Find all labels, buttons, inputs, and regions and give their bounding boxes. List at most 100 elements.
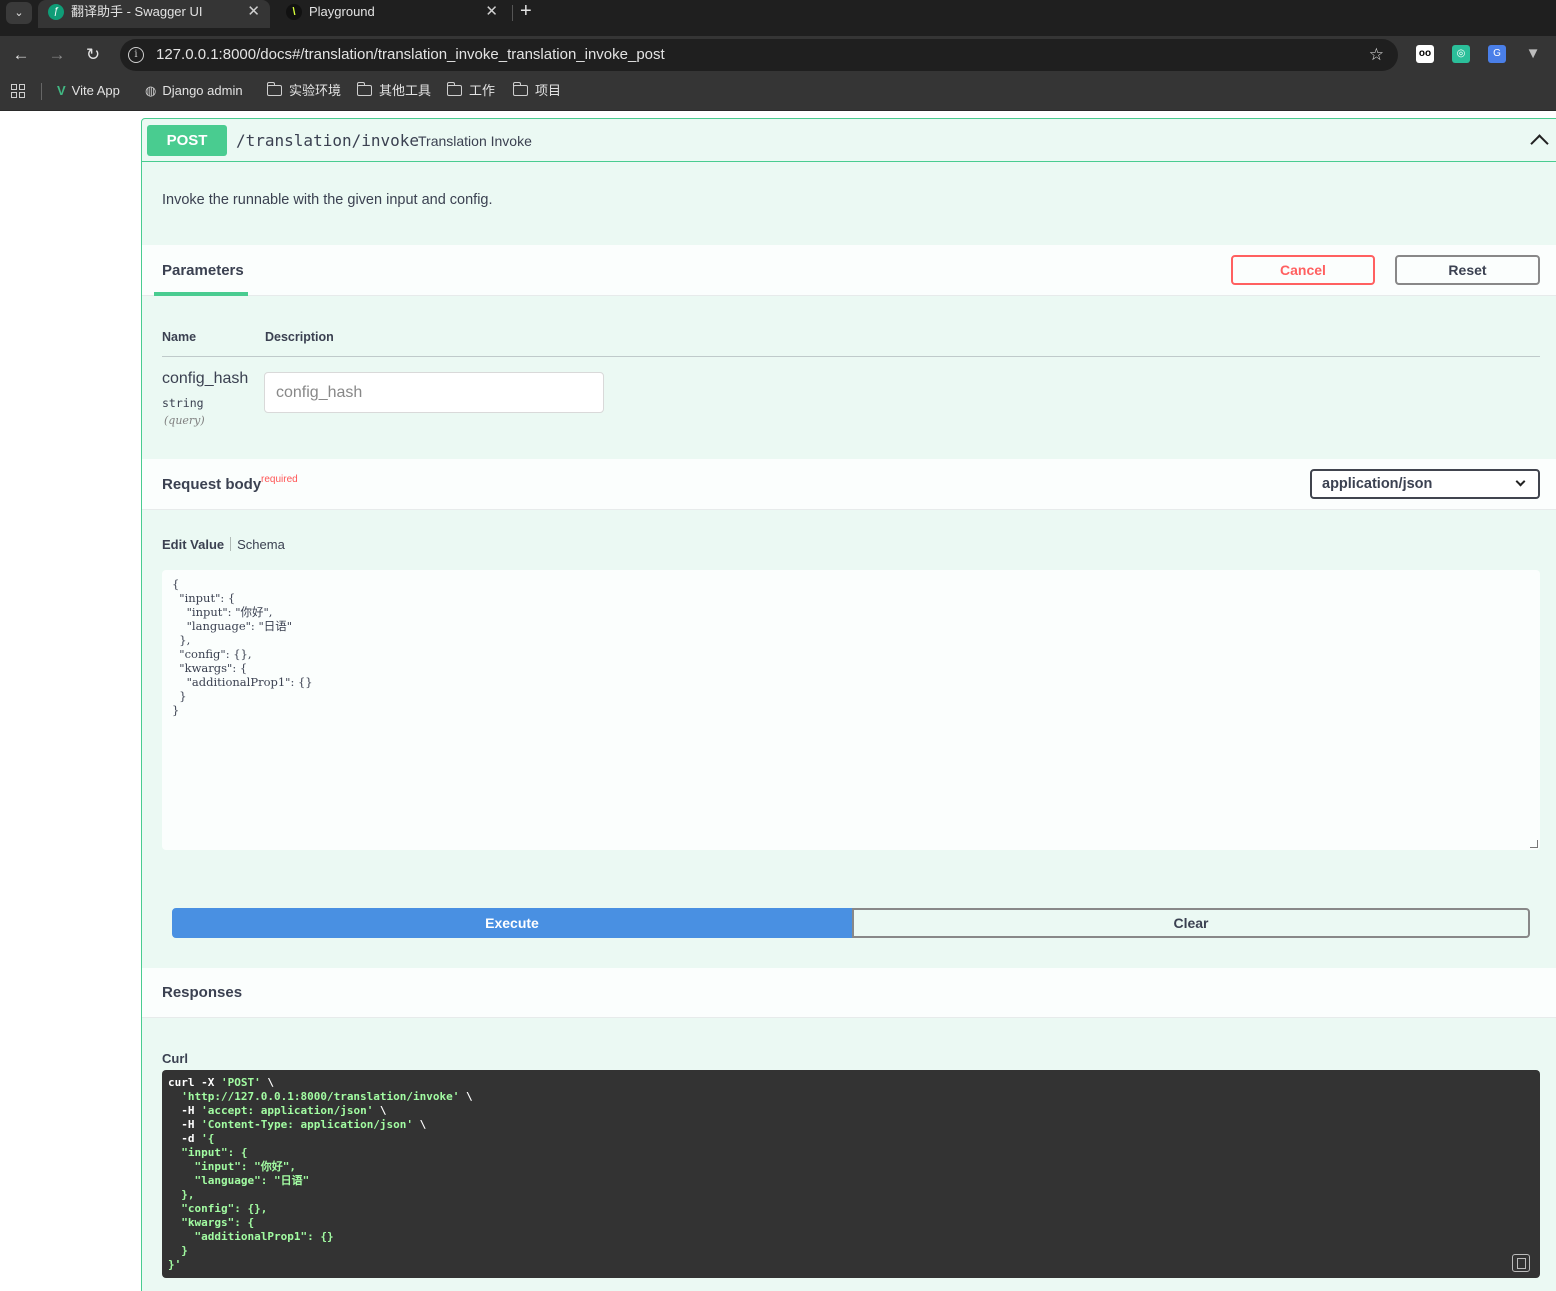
extension-icon[interactable]: ◎ bbox=[1452, 45, 1470, 63]
playground-favicon-icon: \ bbox=[286, 4, 302, 20]
new-tab-button[interactable]: + bbox=[520, 0, 532, 22]
folder-icon bbox=[446, 82, 462, 96]
config-hash-input[interactable]: config_hash bbox=[264, 372, 604, 413]
curl-line: "input": "你好", bbox=[168, 1160, 296, 1173]
tab-search-button[interactable]: ⌄ bbox=[6, 2, 32, 24]
bookmark-label: 其他工具 bbox=[379, 83, 432, 98]
reset-button[interactable]: Reset bbox=[1395, 255, 1540, 285]
bookmark-star-icon[interactable]: ☆ bbox=[1369, 39, 1384, 71]
clear-button[interactable]: Clear bbox=[852, 908, 1530, 938]
tab-title: Playground bbox=[309, 4, 375, 19]
bookmark-label: 工作 bbox=[469, 83, 496, 98]
curl-string: '{ bbox=[201, 1132, 215, 1145]
address-bar[interactable]: i 127.0.0.1:8000/docs#/translation/trans… bbox=[120, 39, 1398, 71]
curl-string: 'accept: application/json' bbox=[201, 1104, 374, 1117]
operation-summary-text: Translation Invoke bbox=[418, 133, 532, 149]
param-type: string bbox=[162, 396, 204, 410]
folder-icon bbox=[356, 82, 372, 96]
curl-string: }' bbox=[168, 1258, 182, 1271]
resize-handle[interactable] bbox=[1530, 840, 1538, 848]
bookmarks-bar: V Vite App ◍ Django admin 实验环境 其他工具 工作 项目 bbox=[0, 74, 1556, 111]
responses-title: Responses bbox=[162, 984, 243, 1001]
curl-string: } bbox=[168, 1244, 188, 1257]
vue-logo-icon: V bbox=[57, 83, 66, 98]
curl-continuation: \ bbox=[260, 1076, 274, 1089]
curl-command: -H bbox=[168, 1104, 202, 1117]
curl-continuation: \ bbox=[413, 1118, 427, 1131]
apps-grid-icon[interactable] bbox=[11, 84, 26, 99]
curl-line: -d '{ bbox=[168, 1132, 214, 1145]
bookmark-vite-app[interactable]: V Vite App bbox=[57, 74, 120, 108]
bookmark-folder[interactable]: 实验环境 bbox=[266, 74, 341, 108]
browser-tab-strip: ⌄ ƒ 翻译助手 - Swagger UI ✕ \ Playground ✕ + bbox=[0, 0, 1556, 36]
curl-line: "kwargs": { bbox=[168, 1216, 254, 1229]
site-info-icon[interactable]: i bbox=[128, 47, 144, 63]
request-body-text[interactable]: { "input": { "input": "你好", "language": … bbox=[172, 577, 313, 717]
column-header-name: Name bbox=[162, 330, 197, 344]
swagger-page: POST /translation/invoke Translation Inv… bbox=[0, 111, 1556, 1291]
content-type-select[interactable]: application/json bbox=[1310, 469, 1540, 499]
curl-string: }, bbox=[168, 1188, 195, 1201]
curl-line: "config": {}, bbox=[168, 1202, 267, 1215]
tab-title: 翻译助手 - Swagger UI bbox=[71, 4, 203, 19]
curl-line: } bbox=[168, 1244, 188, 1257]
bookmark-folder[interactable]: 工作 bbox=[446, 74, 496, 108]
curl-continuation: \ bbox=[373, 1104, 387, 1117]
chevron-down-icon bbox=[1515, 476, 1526, 487]
bookmark-folder[interactable]: 项目 bbox=[512, 74, 561, 108]
vue-devtools-icon[interactable]: ▼ bbox=[1524, 45, 1542, 63]
reload-icon[interactable]: ↻ bbox=[81, 44, 105, 66]
responses-header: Responses bbox=[142, 968, 1556, 1018]
tab-playground[interactable]: \ Playground ✕ bbox=[276, 0, 508, 28]
required-marker: required bbox=[261, 474, 298, 485]
curl-string: "input": { bbox=[168, 1146, 248, 1159]
operation-path: /translation/invoke bbox=[236, 131, 420, 150]
chevron-up-icon[interactable] bbox=[1528, 129, 1552, 151]
tab-divider bbox=[230, 537, 232, 551]
request-body-header: Request body required application/json bbox=[142, 459, 1556, 510]
curl-string: "input": "你好", bbox=[168, 1160, 296, 1173]
curl-command: curl -X bbox=[168, 1076, 221, 1089]
curl-line: }' bbox=[168, 1258, 181, 1271]
url-text[interactable]: 127.0.0.1:8000/docs#/translation/transla… bbox=[156, 39, 665, 71]
curl-string: 'Content-Type: application/json' bbox=[201, 1118, 414, 1131]
close-tab-icon[interactable]: ✕ bbox=[247, 0, 260, 24]
curl-line: 'http://127.0.0.1:8000/translation/invok… bbox=[168, 1090, 472, 1103]
request-body-editor[interactable]: { "input": { "input": "你好", "language": … bbox=[162, 570, 1540, 850]
param-location: (query) bbox=[164, 414, 205, 427]
execute-button[interactable]: Execute bbox=[172, 908, 852, 938]
column-header-description: Description bbox=[265, 330, 334, 344]
curl-string: "language": "日语" bbox=[168, 1174, 310, 1187]
curl-line: "additionalProp1": {} bbox=[168, 1230, 333, 1243]
bookmarks-divider bbox=[41, 83, 42, 100]
extension-icon[interactable]: oo bbox=[1416, 45, 1434, 63]
curl-line: "input": { bbox=[168, 1146, 247, 1159]
operation-summary[interactable]: POST /translation/invoke Translation Inv… bbox=[142, 119, 1556, 162]
table-divider bbox=[162, 356, 1540, 357]
bookmark-django-admin[interactable]: ◍ Django admin bbox=[145, 74, 243, 108]
tab-swagger[interactable]: ƒ 翻译助手 - Swagger UI ✕ bbox=[38, 0, 270, 28]
copy-icon[interactable] bbox=[1512, 1254, 1530, 1272]
curl-string: 'POST' bbox=[220, 1076, 261, 1089]
translate-extension-icon[interactable]: G bbox=[1488, 45, 1506, 63]
body-tabs: Edit Value Schema bbox=[162, 537, 285, 552]
parameters-header: Parameters Cancel Reset bbox=[142, 245, 1556, 296]
curl-code-block: curl -X 'POST' \ 'http://127.0.0.1:8000/… bbox=[162, 1070, 1540, 1278]
folder-icon bbox=[266, 82, 282, 96]
tab-edit-value[interactable]: Edit Value bbox=[162, 537, 224, 552]
curl-label: Curl bbox=[162, 1051, 188, 1066]
parameters-title[interactable]: Parameters bbox=[162, 245, 244, 296]
cancel-button[interactable]: Cancel bbox=[1231, 255, 1375, 285]
back-arrow-icon[interactable]: ← bbox=[9, 44, 33, 66]
browser-toolbar: ← → ↻ i 127.0.0.1:8000/docs#/translation… bbox=[0, 36, 1556, 74]
tab-schema[interactable]: Schema bbox=[237, 537, 285, 552]
forward-arrow-icon[interactable]: → bbox=[45, 44, 69, 66]
curl-line: }, bbox=[168, 1188, 195, 1201]
curl-string: "kwargs": { bbox=[168, 1216, 255, 1229]
parameters-tab-indicator bbox=[154, 292, 248, 296]
curl-code[interactable]: curl -X 'POST' \ 'http://127.0.0.1:8000/… bbox=[168, 1076, 473, 1272]
close-tab-icon[interactable]: ✕ bbox=[485, 0, 498, 24]
method-badge: POST bbox=[147, 125, 227, 156]
bookmark-folder[interactable]: 其他工具 bbox=[356, 74, 432, 108]
curl-command bbox=[168, 1090, 181, 1103]
